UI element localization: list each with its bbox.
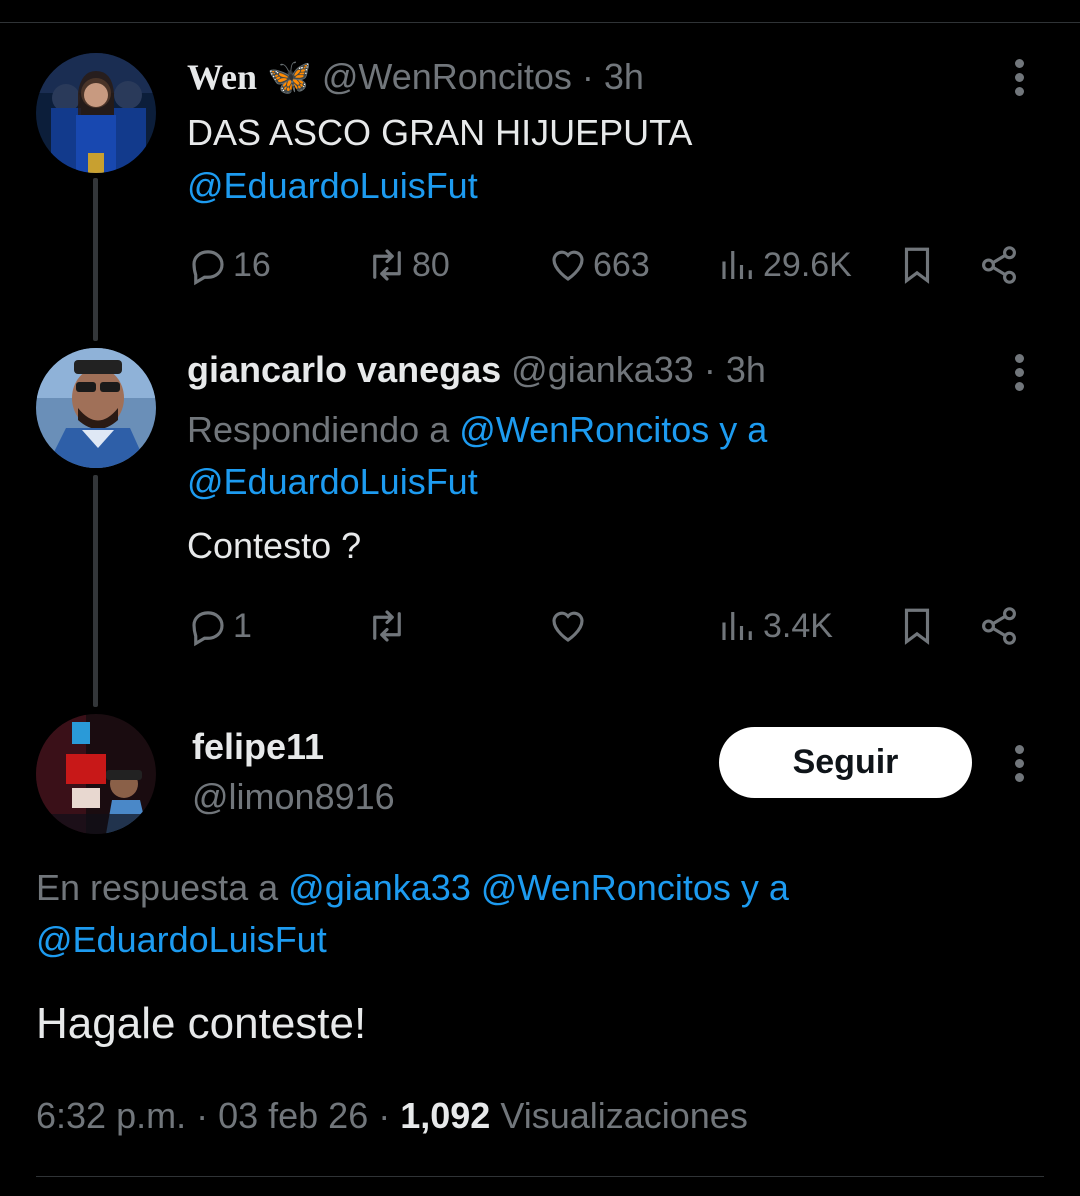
replying-and[interactable]: y a xyxy=(719,409,767,450)
analytics-icon xyxy=(722,251,752,279)
thread-line xyxy=(93,178,98,341)
tweet3-name[interactable]: felipe11 xyxy=(192,726,324,768)
reply-and[interactable]: y a xyxy=(741,867,789,908)
retweet-icon xyxy=(373,610,401,642)
views-count: 3.4K xyxy=(763,606,833,645)
in-reply-to: En respuesta a @gianka33 @WenRoncitos y … xyxy=(36,862,789,914)
like-button[interactable]: 663 xyxy=(547,243,650,287)
more-options-icon[interactable] xyxy=(1005,57,1035,97)
separator-dot: · xyxy=(571,56,604,97)
tweet1-time[interactable]: 3h xyxy=(604,56,644,97)
bookmark-button[interactable] xyxy=(896,604,938,648)
views-button[interactable]: 3.4K xyxy=(717,604,833,648)
tweet3-views-count: 1,092 xyxy=(400,1095,491,1136)
replying-prefix: Respondiendo a xyxy=(187,409,450,450)
bottom-divider xyxy=(36,1176,1044,1177)
tweet1-handle[interactable]: @WenRoncitos xyxy=(322,56,572,97)
more-options-icon[interactable] xyxy=(1005,352,1035,392)
tweet1-header: Wen 🦋 @WenRoncitos · 3h xyxy=(187,56,644,98)
bookmark-button[interactable] xyxy=(896,243,938,287)
share-button[interactable] xyxy=(978,243,1020,287)
reply-user1-link[interactable]: @gianka33 xyxy=(288,867,471,908)
views-button[interactable]: 29.6K xyxy=(717,243,852,287)
tweet2-header: giancarlo vanegas @gianka33 · 3h xyxy=(187,349,766,391)
heart-icon xyxy=(552,611,584,642)
retweet-button[interactable] xyxy=(366,604,408,648)
analytics-icon xyxy=(722,612,752,640)
reply-icon xyxy=(192,250,224,286)
top-divider xyxy=(0,22,1080,23)
retweet-button[interactable]: 80 xyxy=(366,243,450,287)
avatar-gianka[interactable] xyxy=(36,348,156,468)
reply-button[interactable]: 1 xyxy=(187,604,252,648)
butterfly-icon: 🦋 xyxy=(267,56,312,97)
reply-prefix: En respuesta a xyxy=(36,867,279,908)
avatar-wen[interactable] xyxy=(36,53,156,173)
tweet1-name[interactable]: Wen xyxy=(187,57,257,97)
thread-line xyxy=(93,475,98,707)
replying-user-link[interactable]: @WenRoncitos xyxy=(459,409,709,450)
tweet3-handle[interactable]: @limon8916 xyxy=(192,776,395,818)
tweet2-handle[interactable]: @gianka33 xyxy=(511,349,694,390)
tweet1-mention[interactable]: @EduardoLuisFut xyxy=(187,160,478,212)
tweet2-time[interactable]: 3h xyxy=(726,349,766,390)
tweet3-meta: 6:32 p.m. · 03 feb 26 · 1,092 Visualizac… xyxy=(36,1090,748,1142)
retweet-icon xyxy=(373,249,401,281)
more-options-icon[interactable] xyxy=(1005,743,1035,783)
follow-button[interactable]: Seguir xyxy=(719,727,972,798)
reply-button[interactable]: 16 xyxy=(187,243,271,287)
share-button[interactable] xyxy=(978,604,1020,648)
tweet3-time[interactable]: 6:32 p.m. xyxy=(36,1095,186,1136)
share-icon xyxy=(982,607,1016,645)
retweet-count: 80 xyxy=(412,245,450,284)
heart-icon xyxy=(552,250,584,281)
reply-icon xyxy=(192,611,224,647)
tweet1-text: DAS ASCO GRAN HIJUEPUTA xyxy=(187,112,693,153)
replying-to: Respondiendo a @WenRoncitos y a xyxy=(187,404,767,456)
bookmark-icon xyxy=(904,608,930,645)
reply-user2-link[interactable]: @WenRoncitos xyxy=(481,867,731,908)
views-count: 29.6K xyxy=(763,245,852,284)
separator-dot: · xyxy=(186,1095,219,1136)
like-button[interactable] xyxy=(547,604,589,648)
tweet2-text: Contesto ? xyxy=(187,525,362,566)
replying-user2-link[interactable]: @EduardoLuisFut xyxy=(187,456,478,508)
like-count: 663 xyxy=(593,245,650,284)
avatar-limon[interactable] xyxy=(36,714,156,834)
tweet3-date[interactable]: 03 feb 26 xyxy=(218,1095,368,1136)
tweet3-text: Hagale conteste! xyxy=(36,999,367,1048)
separator-dot: · xyxy=(368,1095,401,1136)
separator-dot: · xyxy=(693,349,726,390)
bookmark-icon xyxy=(904,247,930,284)
reply-count: 1 xyxy=(233,606,252,645)
reply-count: 16 xyxy=(233,245,271,284)
reply-user3-link[interactable]: @EduardoLuisFut xyxy=(36,914,327,966)
share-icon xyxy=(982,246,1016,284)
tweet2-name[interactable]: giancarlo vanegas xyxy=(187,349,501,390)
tweet3-views-label: Visualizaciones xyxy=(500,1095,748,1136)
